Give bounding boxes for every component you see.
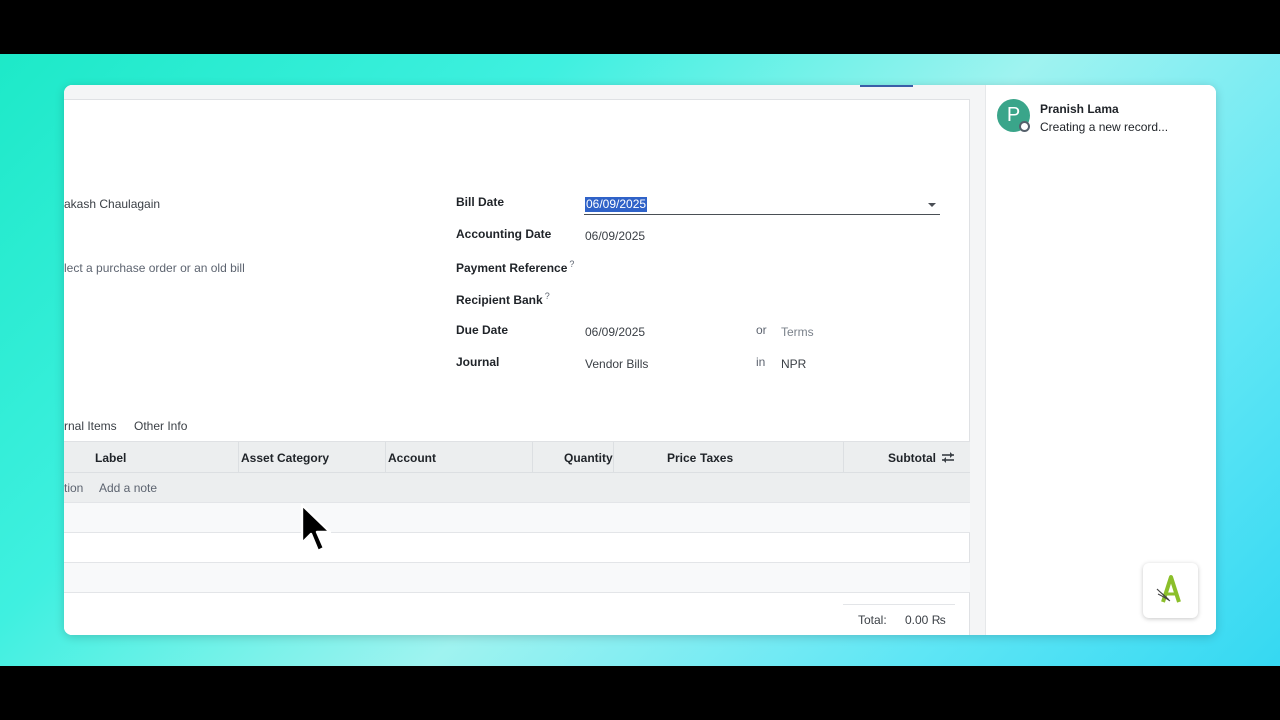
sliders-icon[interactable]	[941, 451, 955, 464]
table-row	[64, 503, 970, 533]
form-area: akash Chaulagain lect a purchase order o…	[64, 85, 985, 635]
column-account[interactable]: Account	[388, 451, 436, 465]
add-section-link[interactable]: tion	[64, 481, 83, 495]
in-text: in	[756, 355, 766, 369]
vendor-field[interactable]: akash Chaulagain	[64, 197, 160, 211]
mouse-pointer-icon	[300, 503, 332, 553]
help-icon[interactable]: ?	[545, 291, 550, 301]
column-separator[interactable]	[843, 442, 844, 473]
currency-value[interactable]: NPR	[781, 357, 806, 371]
column-separator[interactable]	[613, 442, 614, 473]
column-separator[interactable]	[532, 442, 533, 473]
column-taxes[interactable]: Taxes	[700, 451, 733, 465]
column-separator[interactable]	[238, 442, 239, 473]
column-subtotal[interactable]: Subtotal	[888, 451, 936, 465]
due-date-label: Due Date	[456, 323, 509, 337]
column-price[interactable]: Price	[667, 451, 696, 465]
tab-other-info[interactable]: Other Info	[134, 419, 187, 433]
payment-reference-label-text: Payment Reference	[456, 261, 568, 275]
total-divider	[843, 604, 955, 605]
chevron-down-icon[interactable]	[928, 203, 936, 207]
app-widget-button[interactable]	[1143, 563, 1198, 618]
add-note-link[interactable]: Add a note	[99, 481, 157, 495]
top-accent-bar	[860, 85, 913, 87]
recipient-bank-label-text: Recipient Bank	[456, 293, 543, 307]
column-asset-category[interactable]: Asset Category	[241, 451, 329, 465]
accounting-date-label: Accounting Date	[456, 227, 552, 241]
invoice-lines-header: Label Asset Category Account Quantity Pr…	[64, 442, 970, 473]
total-label: Total:	[858, 613, 887, 627]
accounting-date-value[interactable]: 06/09/2025	[585, 229, 645, 243]
due-date-value[interactable]: 06/09/2025	[585, 325, 645, 339]
table-row	[64, 533, 970, 563]
bill-date-input[interactable]: 06/09/2025	[584, 196, 940, 215]
user-status: Creating a new record...	[1040, 120, 1169, 134]
help-icon[interactable]: ?	[569, 259, 574, 269]
app-window: akash Chaulagain lect a purchase order o…	[64, 85, 1216, 635]
auto-complete-input[interactable]: lect a purchase order or an old bill	[64, 261, 245, 275]
journal-label: Journal	[456, 355, 500, 369]
table-row	[64, 563, 970, 593]
brand-logo-icon	[1156, 575, 1181, 603]
payment-reference-label: Payment Reference?	[456, 259, 574, 275]
total-value: 0.00 ₨	[905, 613, 946, 627]
desktop-background: akash Chaulagain lect a purchase order o…	[0, 54, 1280, 666]
payment-terms-input[interactable]: Terms	[781, 325, 814, 339]
tab-journal-items[interactable]: rnal Items	[64, 419, 117, 433]
user-name[interactable]: Pranish Lama	[1040, 102, 1119, 116]
journal-value[interactable]: Vendor Bills	[585, 357, 648, 371]
column-label[interactable]: Label	[95, 451, 126, 465]
column-separator[interactable]	[385, 442, 386, 473]
presence-status-icon	[1019, 121, 1030, 132]
bill-date-label: Bill Date	[456, 195, 505, 209]
form-sheet: akash Chaulagain lect a purchase order o…	[64, 99, 970, 635]
column-quantity[interactable]: Quantity	[564, 451, 613, 465]
bill-date-value: 06/09/2025	[585, 197, 648, 212]
or-text: or	[756, 323, 767, 337]
table-row-add-line: tion Add a note	[64, 473, 970, 503]
recipient-bank-label: Recipient Bank?	[456, 291, 550, 307]
chatter-panel: P Pranish Lama Creating a new record...	[985, 85, 1216, 635]
